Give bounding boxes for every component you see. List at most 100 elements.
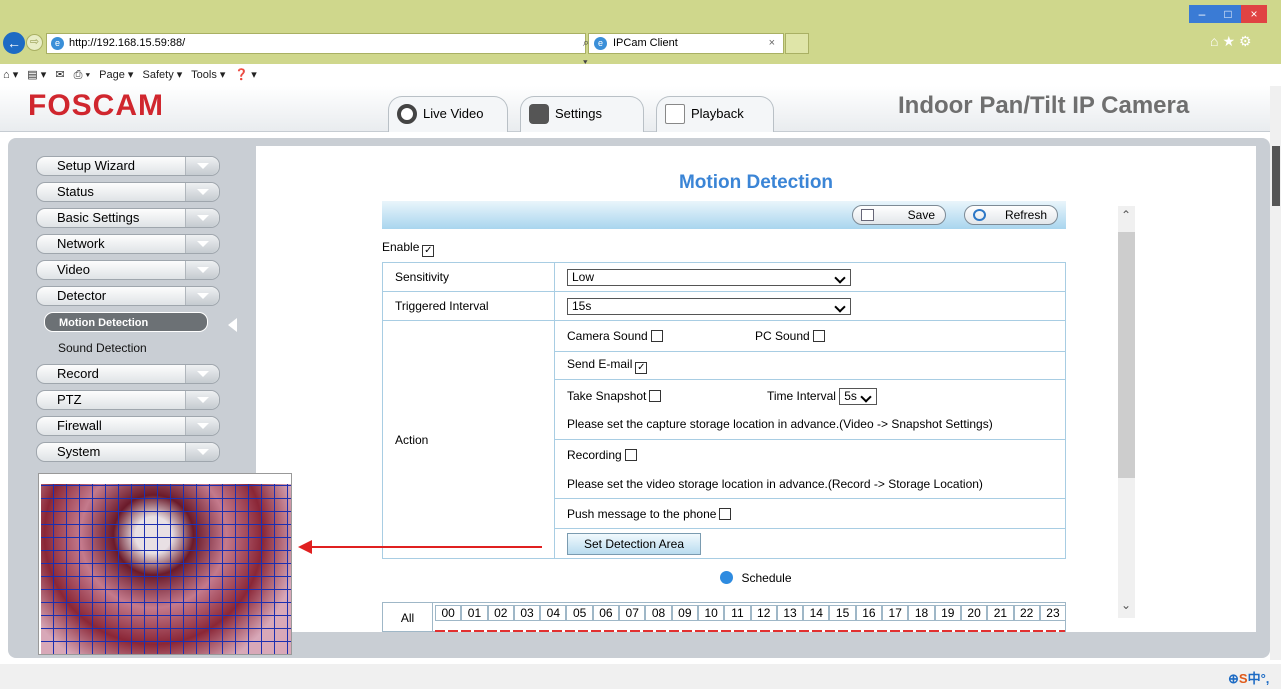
toolbar: Save Refresh xyxy=(382,201,1066,229)
camera-sound-checkbox[interactable] xyxy=(650,330,663,342)
hour-cell[interactable]: 19 xyxy=(934,605,961,621)
refresh-button[interactable]: Refresh xyxy=(964,205,1058,225)
hour-cell[interactable]: 07 xyxy=(619,605,646,621)
hour-cell[interactable]: 01 xyxy=(461,605,488,621)
foscam-logo: FOSCAM xyxy=(28,89,164,122)
recording-checkbox[interactable] xyxy=(624,448,637,461)
tab-live-video[interactable]: Live Video xyxy=(388,96,508,132)
hour-cell[interactable]: 00 xyxy=(435,605,462,621)
hour-cell[interactable]: 16 xyxy=(855,605,883,621)
hour-cell[interactable]: 10 xyxy=(697,605,725,621)
sidebar-item-label: Status xyxy=(57,184,94,199)
zoom-icon[interactable]: ⊕ xyxy=(1228,671,1239,686)
schedule-all-button[interactable]: All xyxy=(383,603,433,632)
main-panel: Motion Detection Save Refresh Enable ✓ Se… xyxy=(256,146,1256,632)
arrow-head-icon xyxy=(298,540,312,554)
hour-cell[interactable]: 09 xyxy=(671,605,698,621)
sidebar-item-ptz[interactable]: PTZ xyxy=(36,390,220,410)
tab-label: Playback xyxy=(691,106,744,121)
address-bar[interactable]: e http://192.168.15.59:88/ ⌕ ▾ ↻ xyxy=(46,33,592,87)
hour-cell[interactable]: 22 xyxy=(1013,605,1040,621)
chinese-input-icon[interactable]: 中 xyxy=(1248,671,1261,686)
panel-scrollbar[interactable]: ⌃ ⌄ xyxy=(1118,206,1135,618)
forward-button[interactable]: ⇨ xyxy=(26,34,43,51)
schedule-grid[interactable]: All 00 01 02 03 04 05 06 07 08 09 10 11 12 13 14 15 16 17… xyxy=(382,602,1067,632)
mail-icon[interactable]: ✉ xyxy=(55,69,64,81)
push-checkbox[interactable] xyxy=(719,507,732,520)
punctuation-icon[interactable]: °, xyxy=(1261,671,1270,686)
home-menu[interactable]: ⌂ ▾ xyxy=(3,69,18,81)
hour-cell[interactable]: 06 xyxy=(592,605,620,621)
new-tab-button[interactable] xyxy=(785,33,809,54)
scroll-up-icon[interactable]: ⌃ xyxy=(1121,208,1131,222)
hour-cell[interactable]: 12 xyxy=(750,605,777,621)
hour-cell[interactable]: 18 xyxy=(908,605,935,621)
hour-cell[interactable]: 21 xyxy=(987,605,1014,621)
hour-cell[interactable]: 04 xyxy=(540,605,567,621)
safety-menu[interactable]: Safety ▾ xyxy=(143,69,183,81)
enable-row: Enable ✓ xyxy=(382,240,435,257)
clock-icon xyxy=(720,571,734,584)
save-button[interactable]: Save xyxy=(852,205,946,225)
sidebar-item-firewall[interactable]: Firewall xyxy=(36,416,220,436)
back-button[interactable]: ← xyxy=(3,32,25,54)
hour-cell[interactable]: 23 xyxy=(1039,605,1067,621)
sidebar-item-sound-detection[interactable]: Sound Detection xyxy=(44,338,220,358)
tab-close-icon[interactable]: × xyxy=(769,34,775,53)
hour-cell[interactable]: 05 xyxy=(566,605,593,621)
schedule-active-bar xyxy=(435,630,1065,632)
maximize-button[interactable]: □ xyxy=(1215,5,1241,23)
ie-icon: e xyxy=(51,37,64,50)
tab-settings[interactable]: Settings xyxy=(520,96,644,132)
interval-select[interactable]: 15s xyxy=(567,297,851,315)
sidebar-item-label: Video xyxy=(57,262,91,277)
sidebar-item-system[interactable]: System xyxy=(36,442,220,462)
help-menu[interactable]: ❓ ▾ xyxy=(234,69,256,81)
hour-cell[interactable]: 11 xyxy=(724,605,751,621)
sidebar-item-status[interactable]: Status xyxy=(36,182,220,202)
sensitivity-select[interactable]: Low xyxy=(567,268,851,286)
sidebar-item-motion-detection[interactable]: Motion Detection xyxy=(44,312,208,332)
refresh-icon xyxy=(973,209,986,221)
sogou-icon[interactable]: S xyxy=(1239,671,1248,686)
sidebar-item-basic-settings[interactable]: Basic Settings xyxy=(36,208,220,228)
minimize-button[interactable]: – xyxy=(1189,5,1215,23)
sidebar-item-setup-wizard[interactable]: Setup Wizard xyxy=(36,156,220,176)
interval-label: Triggered Interval xyxy=(382,291,555,321)
scrollbar-thumb[interactable] xyxy=(1272,146,1280,206)
command-bar: ⌂ ▾ ▤ ▾ ✉ ⎙ ▾ Page ▾ Safety ▾ Tools ▾ ❓ … xyxy=(0,64,1281,86)
ime-tray[interactable]: ⊕S中°, xyxy=(1228,668,1269,687)
tab-playback[interactable]: Playback xyxy=(656,96,774,132)
print-menu[interactable]: ⎙ ▾ xyxy=(74,69,90,81)
pc-sound-checkbox[interactable] xyxy=(812,330,825,342)
scroll-down-icon[interactable]: ⌄ xyxy=(1121,598,1131,612)
tools-menu[interactable]: Tools ▾ xyxy=(191,69,225,81)
snapshot-note: Please set the capture storage location … xyxy=(567,416,993,431)
sidebar-item-record[interactable]: Record xyxy=(36,364,220,384)
time-interval-select[interactable]: 5s xyxy=(839,387,878,405)
hour-cell[interactable]: 02 xyxy=(487,605,514,621)
home-favorites-settings-icon[interactable]: ⌂★⚙ xyxy=(1210,33,1256,50)
hour-cell[interactable]: 13 xyxy=(776,605,804,621)
hour-cell[interactable]: 20 xyxy=(960,605,988,621)
set-detection-area-button[interactable]: Set Detection Area xyxy=(567,532,701,555)
product-name: Indoor Pan/Tilt IP Camera xyxy=(898,92,1190,119)
sidebar-item-video[interactable]: Video xyxy=(36,260,220,280)
hour-cell[interactable]: 17 xyxy=(882,605,909,621)
page-scrollbar[interactable] xyxy=(1270,86,1281,660)
hour-cell[interactable]: 08 xyxy=(645,605,672,621)
page-menu[interactable]: Page ▾ xyxy=(99,69,133,81)
feeds-menu[interactable]: ▤ ▾ xyxy=(27,69,46,81)
hour-cell[interactable]: 15 xyxy=(829,605,856,621)
scrollbar-thumb[interactable] xyxy=(1118,232,1135,478)
enable-checkbox[interactable]: ✓ xyxy=(422,245,435,257)
hour-cell[interactable]: 14 xyxy=(803,605,830,621)
action-label: Action xyxy=(382,320,555,559)
hour-cell[interactable]: 03 xyxy=(513,605,541,621)
send-email-checkbox[interactable]: ✓ xyxy=(635,362,648,374)
snapshot-checkbox[interactable] xyxy=(649,389,662,402)
browser-tab[interactable]: e IPCam Client × xyxy=(588,33,784,54)
sidebar-item-network[interactable]: Network xyxy=(36,234,220,254)
sidebar-item-detector[interactable]: Detector xyxy=(36,286,220,306)
close-window-button[interactable]: × xyxy=(1241,5,1267,23)
